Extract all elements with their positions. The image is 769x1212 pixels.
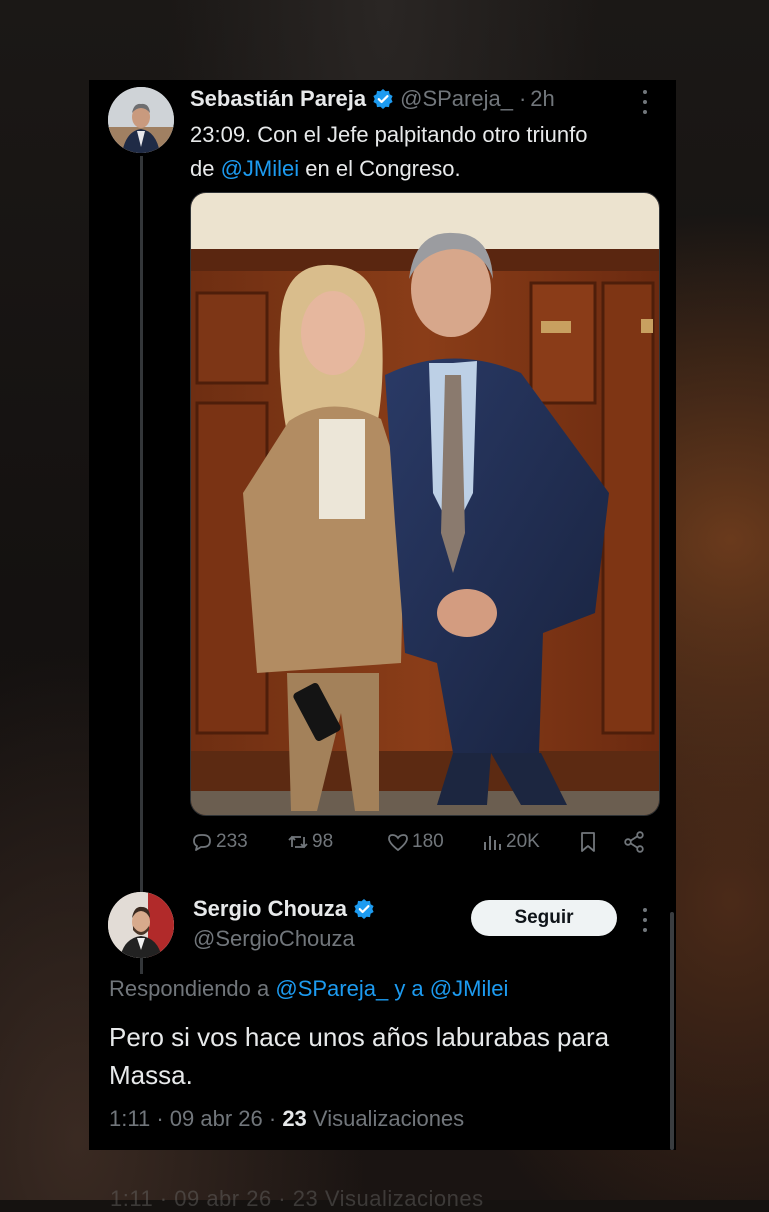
reply-count: 233 (216, 831, 248, 852)
meta-dot-1: · (156, 1106, 164, 1131)
tweet-photo[interactable] (190, 192, 660, 816)
scrollbar[interactable] (670, 912, 674, 1150)
bookmark-icon (581, 832, 595, 852)
reply-text: Pero si vos hace unos años laburabas par… (109, 1022, 610, 1090)
follow-button[interactable]: Seguir (471, 900, 617, 936)
verified-badge-icon (353, 898, 375, 920)
reply-time[interactable]: 1:11 (109, 1106, 150, 1131)
reply-views-count: 23 (282, 1106, 307, 1131)
replying-mention-jmilei[interactable]: @JMilei (430, 976, 509, 1001)
reply-icon (193, 834, 211, 851)
tweet-text-suffix: en el Congreso. (299, 156, 461, 181)
mention-link[interactable]: @JMilei (221, 156, 300, 181)
views-count: 20K (506, 831, 540, 852)
reply-author-display-name[interactable]: Sergio Chouza (193, 896, 347, 922)
tweet-panel: Sebastián Pareja @SPareja_ · 2h 23:09. C… (89, 80, 676, 1150)
more-options-icon[interactable] (640, 90, 650, 114)
original-author-row: Sebastián Pareja @SPareja_ · 2h (190, 86, 555, 112)
photo-image (191, 193, 659, 815)
tweet-text: 23:09. Con el Jefe palpitando otro triun… (190, 118, 660, 186)
replying-to-line: Respondiendo a @SPareja_ y a @JMilei (109, 976, 508, 1002)
repost-action[interactable]: 98 (286, 830, 333, 854)
tweet-timestamp[interactable]: 2h (530, 86, 554, 112)
more-options-icon[interactable] (640, 908, 650, 932)
meta-dot-2: · (268, 1106, 277, 1131)
verified-badge-icon (372, 88, 394, 110)
repost-count: 98 (312, 831, 334, 852)
blurred-ghost-text: 1:11 · 09 abr 26 · 23 Visualizaciones (110, 1186, 484, 1211)
bookmark-action[interactable] (576, 830, 602, 854)
avatar-portrait-image (108, 87, 174, 153)
like-count: 180 (412, 831, 444, 852)
like-action[interactable]: 180 (386, 830, 444, 854)
tweet-action-bar: 233 98 180 20K (190, 830, 648, 860)
author-display-name[interactable]: Sebastián Pareja (190, 86, 366, 112)
share-action[interactable] (622, 830, 648, 854)
repost-icon (288, 835, 308, 849)
heart-icon (388, 834, 408, 852)
reply-metadata: 1:11 · 09 abr 26 · 23 Visualizaciones (109, 1106, 464, 1132)
reply-author-row: Sergio Chouza (193, 896, 375, 922)
share-icon (624, 831, 644, 853)
replying-prefix: Respondiendo a (109, 976, 276, 1001)
thread-connector-line (140, 156, 143, 974)
reply-date[interactable]: 09 abr 26 (170, 1106, 263, 1131)
reply-action[interactable]: 233 (190, 830, 248, 854)
author-handle[interactable]: @SPareja_ (400, 86, 513, 112)
replying-joiner: y a (388, 976, 430, 1001)
reply-views-label: Visualizaciones (312, 1106, 465, 1131)
analytics-icon (484, 836, 501, 850)
reply-author-handle[interactable]: @SergioChouza (193, 926, 355, 952)
time-separator: · (518, 86, 527, 111)
tweet-text-line-1: 23:09. Con el Jefe palpitando otro triun… (190, 122, 588, 147)
replying-mention-spareja[interactable]: @SPareja_ (275, 976, 388, 1001)
avatar-sergio-chouza[interactable] (108, 892, 174, 958)
tweet-text-prefix: de (190, 156, 221, 181)
avatar-portrait-image (108, 892, 174, 958)
tweet-text-line-2: de @JMilei en el Congreso. (190, 152, 660, 186)
views-action[interactable]: 20K (480, 830, 540, 854)
avatar-sebastian-pareja[interactable] (108, 87, 174, 153)
